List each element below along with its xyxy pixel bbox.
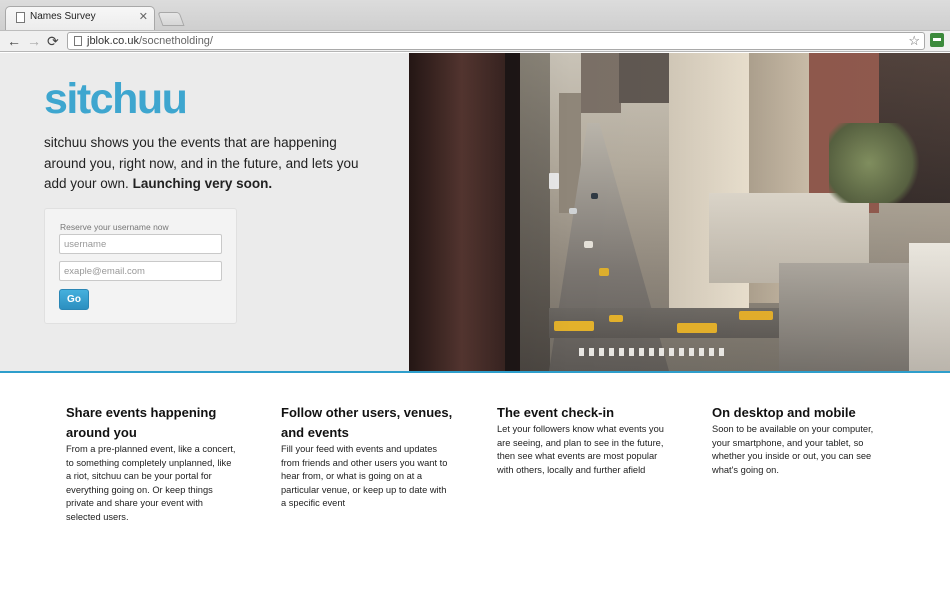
feature-body: Fill your feed with events and updates f… <box>281 444 448 508</box>
city-street-photo <box>409 53 950 371</box>
feature-body: From a pre-planned event, like a concert… <box>66 444 236 522</box>
url-path: /socnetholding/ <box>138 35 213 47</box>
feature-desktop-mobile: On desktop and mobile Soon to be availab… <box>712 403 884 477</box>
tab-title: Names Survey <box>30 11 96 22</box>
hero-tagline: sitchuu shows you the events that are ha… <box>44 133 364 195</box>
username-input[interactable] <box>59 234 222 254</box>
page-icon <box>74 36 82 46</box>
browser-tab[interactable]: Names Survey ✕ <box>5 6 155 30</box>
tab-close-icon[interactable]: ✕ <box>139 10 148 23</box>
feature-body: Let your followers know what events you … <box>497 424 664 475</box>
browser-tabstrip: Names Survey ✕ <box>0 0 950 30</box>
form-label: Reserve your username now <box>60 222 169 232</box>
url-text: jblok.co.uk/socnetholding/ <box>87 35 213 47</box>
forward-button[interactable]: → <box>27 33 41 49</box>
feature-body: Soon to be available on your computer, y… <box>712 424 874 475</box>
feature-title: Share events happening around you <box>66 405 217 440</box>
feature-check-in: The event check-in Let your followers kn… <box>497 403 669 477</box>
feature-title: Follow other users, venues, and events <box>281 405 453 440</box>
bookmark-star-icon[interactable]: ☆ <box>908 33 920 49</box>
reserve-username-form: Reserve your username now Go <box>44 208 237 324</box>
feature-share-events: Share events happening around you From a… <box>66 403 238 524</box>
extension-icon[interactable] <box>930 33 944 47</box>
feature-title: The event check-in <box>497 405 615 420</box>
browser-toolbar: ← → ⟳ jblok.co.uk/socnetholding/ ☆ <box>0 30 950 52</box>
go-button[interactable]: Go <box>59 289 89 310</box>
url-host: jblok.co.uk <box>87 35 139 47</box>
back-button[interactable]: ← <box>7 33 21 49</box>
hero-divider <box>0 371 950 373</box>
email-input[interactable] <box>59 261 222 281</box>
site-logo[interactable]: sitchuu <box>44 73 188 125</box>
feature-follow: Follow other users, venues, and events F… <box>281 403 453 511</box>
reload-button[interactable]: ⟳ <box>47 33 59 49</box>
tagline-launch: Launching very soon. <box>132 176 273 191</box>
document-icon <box>16 12 25 23</box>
new-tab-button[interactable] <box>157 12 185 26</box>
address-bar[interactable]: jblok.co.uk/socnetholding/ ☆ <box>67 32 925 50</box>
feature-title: On desktop and mobile <box>712 405 856 420</box>
